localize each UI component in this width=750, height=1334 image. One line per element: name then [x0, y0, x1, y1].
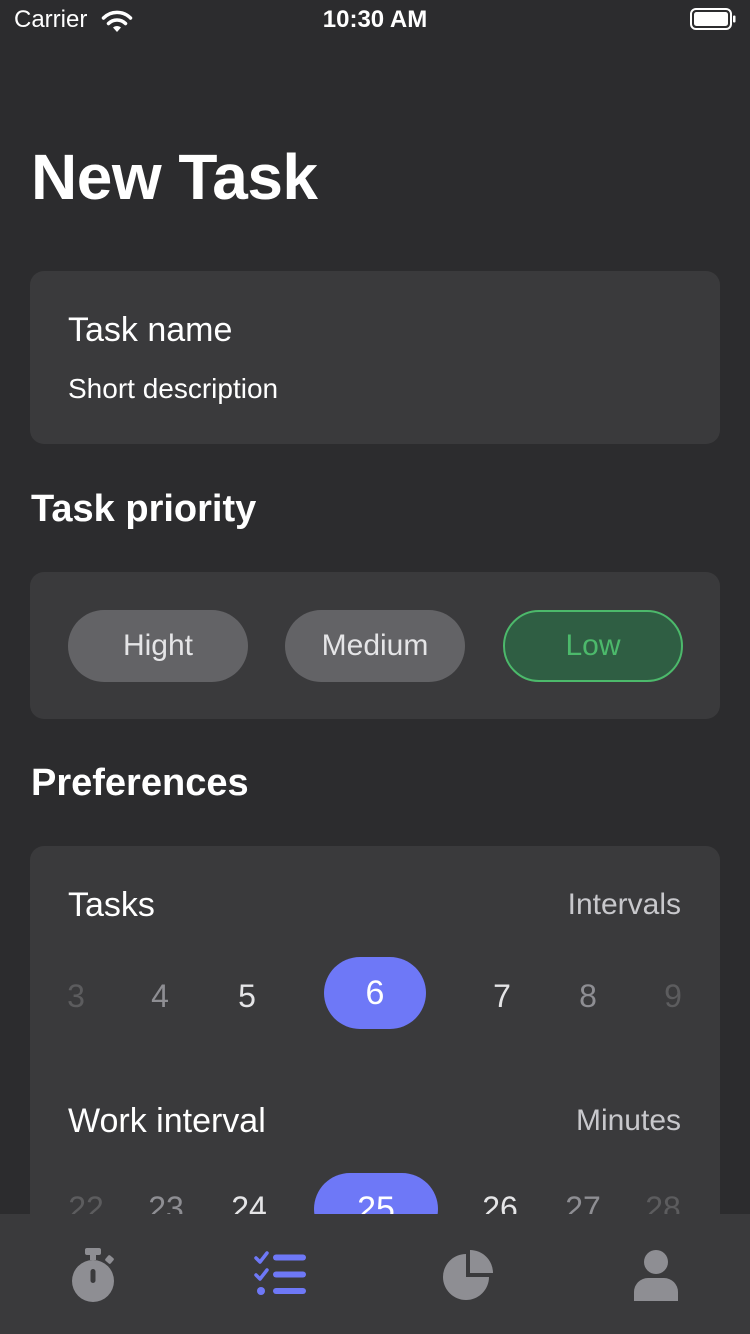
- priority-low-button[interactable]: Low: [503, 610, 683, 682]
- tasks-option[interactable]: 5: [217, 978, 277, 1015]
- timer-icon[interactable]: [63, 1246, 123, 1306]
- priority-section-title: Task priority: [31, 488, 257, 530]
- tasks-option[interactable]: 4: [130, 978, 190, 1015]
- tasks-option[interactable]: 8: [558, 978, 618, 1015]
- intervals-unit-label: Intervals: [567, 888, 681, 921]
- tasks-option[interactable]: 7: [472, 978, 532, 1015]
- task-info-card: Task name Short description: [30, 271, 720, 444]
- tasks-label: Tasks: [68, 886, 155, 924]
- page-title: New Task: [31, 141, 318, 213]
- task-description-field[interactable]: Short description: [68, 373, 278, 405]
- priority-card: Hight Medium Low: [30, 572, 720, 719]
- status-bar: Carrier 10:30 AM: [0, 0, 750, 40]
- new-task-screen: Carrier 10:30 AM New Task Task name Shor…: [0, 0, 750, 1334]
- priority-medium-button[interactable]: Medium: [285, 610, 465, 682]
- work-interval-label: Work interval: [68, 1102, 266, 1140]
- tab-bar: [0, 1214, 750, 1334]
- task-name-field[interactable]: Task name: [68, 311, 232, 350]
- battery-icon: [690, 8, 736, 30]
- profile-icon[interactable]: [626, 1246, 686, 1306]
- clock: 10:30 AM: [322, 6, 428, 33]
- preferences-card: Tasks Intervals 3 4 5 6 7 8 9 Work inter…: [30, 846, 720, 1266]
- task-list-icon[interactable]: [251, 1246, 311, 1306]
- preferences-section-title: Preferences: [31, 762, 249, 804]
- pie-chart-icon[interactable]: [439, 1246, 499, 1306]
- minutes-unit-label: Minutes: [575, 1104, 681, 1137]
- tasks-option[interactable]: 9: [643, 978, 703, 1015]
- priority-high-button[interactable]: Hight: [68, 610, 248, 682]
- tasks-option[interactable]: 3: [46, 978, 106, 1015]
- tasks-selected-option[interactable]: 6: [324, 957, 426, 1029]
